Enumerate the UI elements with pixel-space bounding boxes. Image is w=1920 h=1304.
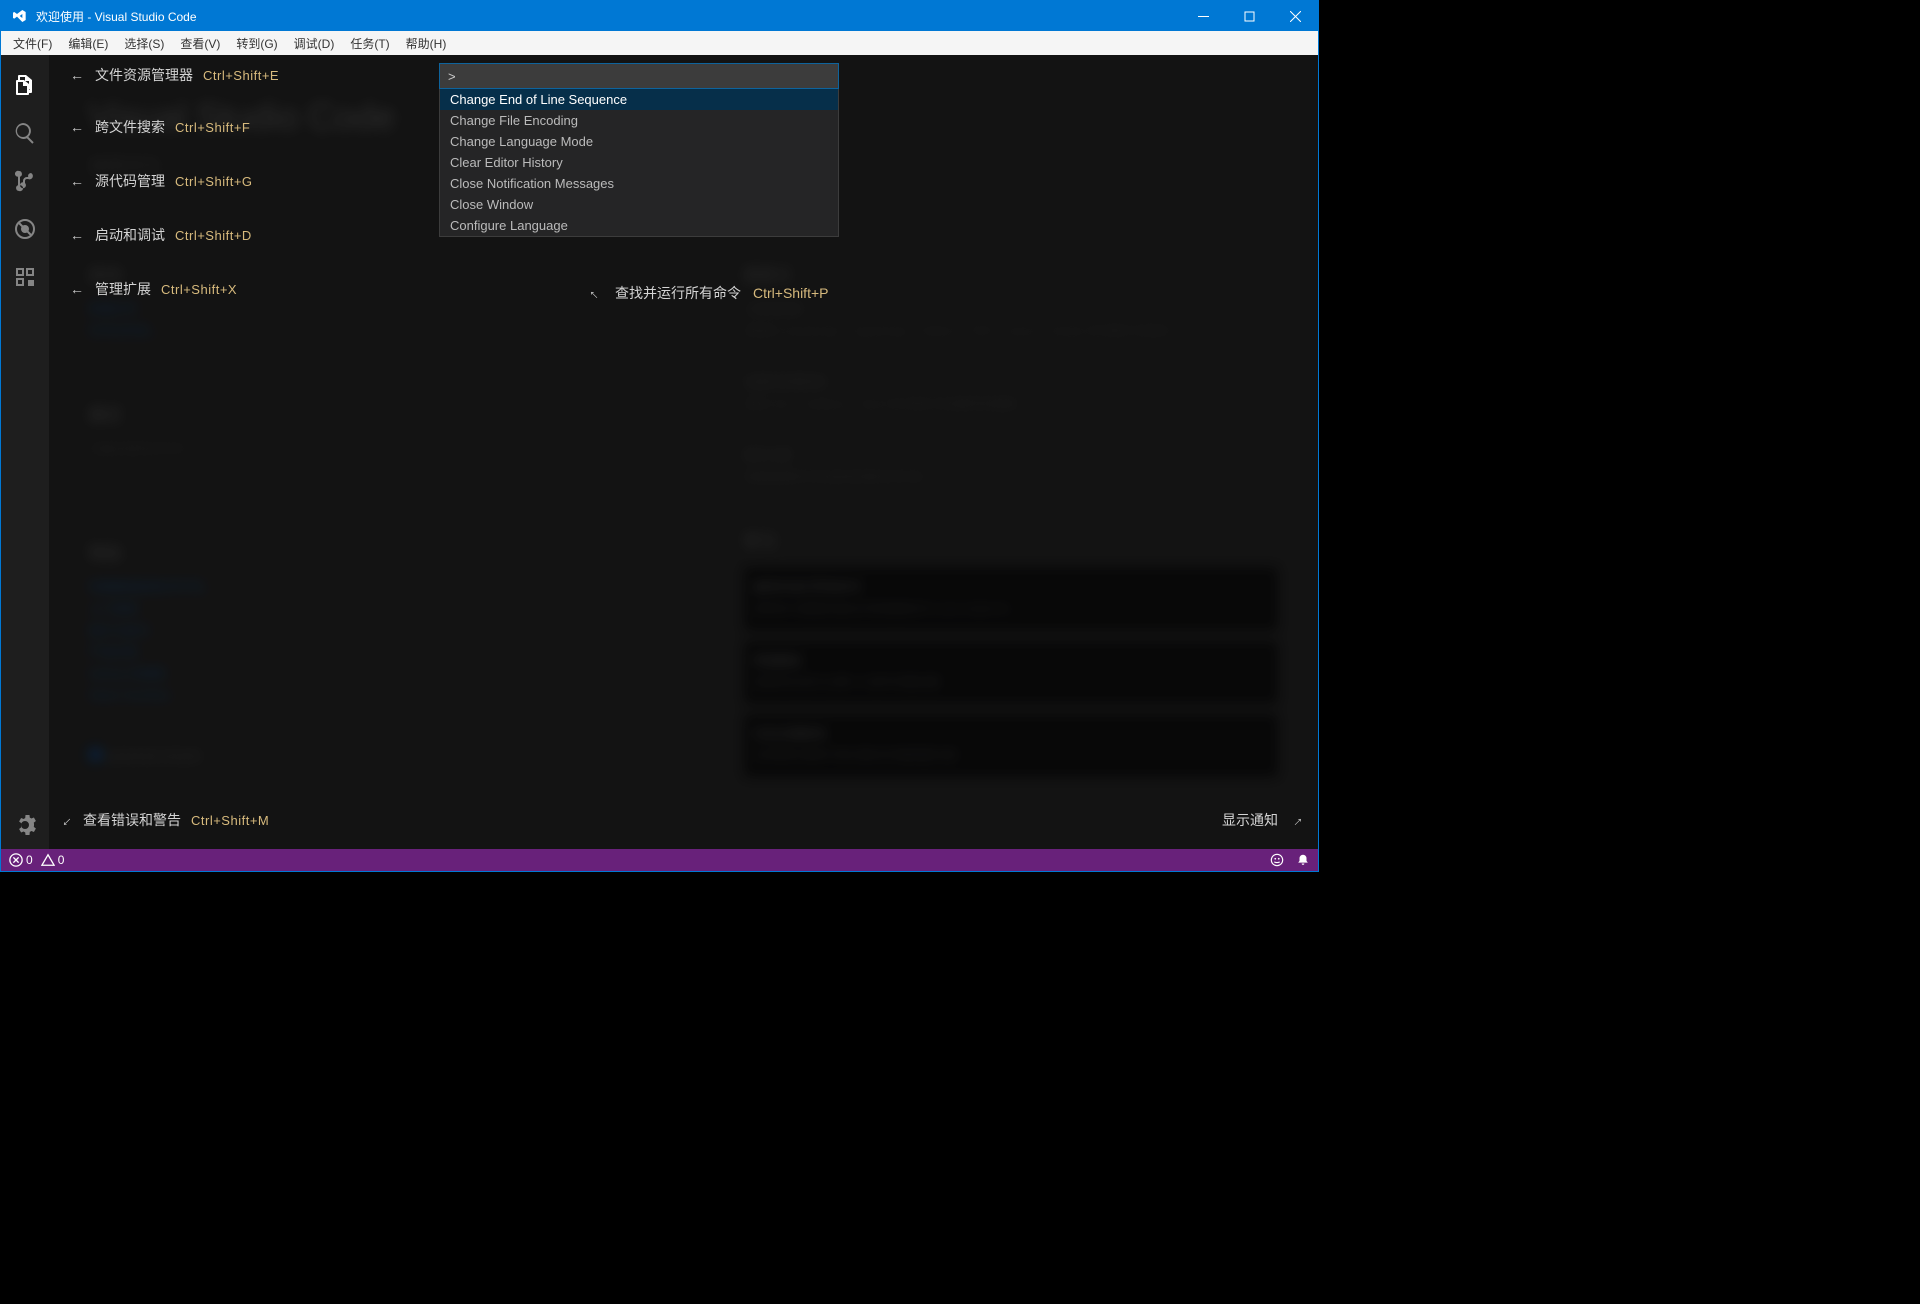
command-palette-hint: ← 查找并运行所有命令 Ctrl+Shift+P	[589, 283, 828, 303]
window: 欢迎使用 - Visual Studio Code 文件(F) 编辑(E) 选择…	[0, 0, 1319, 872]
palette-item[interactable]: Change Language Mode	[440, 131, 838, 152]
activitybar	[1, 55, 49, 849]
status-warnings[interactable]: 0	[41, 853, 65, 867]
close-button[interactable]	[1272, 1, 1318, 31]
activity-search[interactable]	[1, 109, 49, 157]
menu-help[interactable]: 帮助(H)	[398, 33, 455, 54]
command-palette-list: Change End of Line Sequence Change File …	[439, 89, 839, 237]
menu-file[interactable]: 文件(F)	[5, 33, 60, 54]
activity-settings[interactable]	[1, 801, 49, 849]
menu-view[interactable]: 查看(V)	[172, 33, 228, 54]
menubar: 文件(F) 编辑(E) 选择(S) 查看(V) 转到(G) 调试(D) 任务(T…	[1, 31, 1318, 55]
extensions-icon	[13, 265, 37, 289]
app-icon	[1, 8, 36, 24]
bug-icon	[13, 217, 37, 241]
smiley-icon	[1270, 853, 1284, 867]
titlebar: 欢迎使用 - Visual Studio Code	[1, 1, 1318, 31]
activity-explorer[interactable]	[1, 61, 49, 109]
palette-item[interactable]: Close Window	[440, 194, 838, 215]
main: Visual Studio Code 编辑进化 启动 新建文件 打开文件夹...…	[49, 55, 1318, 849]
palette-item[interactable]: Close Notification Messages	[440, 173, 838, 194]
palette-item[interactable]: Clear Editor History	[440, 152, 838, 173]
activity-extensions[interactable]	[1, 253, 49, 301]
activity-scm[interactable]	[1, 157, 49, 205]
status-feedback[interactable]	[1270, 853, 1284, 867]
arrow-up-left-icon: ←	[585, 282, 606, 303]
warning-icon	[41, 853, 55, 867]
status-notifications[interactable]	[1296, 853, 1310, 867]
palette-item[interactable]: Configure Language	[440, 215, 838, 236]
activity-debug[interactable]	[1, 205, 49, 253]
content: Visual Studio Code 编辑进化 启动 新建文件 打开文件夹...…	[1, 55, 1318, 849]
hint-shortcut: Ctrl+Shift+P	[753, 285, 828, 301]
menu-go[interactable]: 转到(G)	[228, 33, 285, 54]
error-icon	[9, 853, 23, 867]
gear-icon	[13, 813, 37, 837]
window-controls	[1180, 1, 1318, 31]
menu-debug[interactable]: 调试(D)	[286, 33, 343, 54]
minimize-button[interactable]	[1180, 1, 1226, 31]
command-palette: Change End of Line Sequence Change File …	[439, 63, 839, 237]
palette-item[interactable]: Change End of Line Sequence	[440, 89, 838, 110]
search-icon	[13, 121, 37, 145]
maximize-button[interactable]	[1226, 1, 1272, 31]
status-errors[interactable]: 0	[9, 853, 33, 867]
branch-icon	[13, 169, 37, 193]
menu-edit[interactable]: 编辑(E)	[60, 33, 116, 54]
statusbar: 0 0	[1, 849, 1318, 871]
palette-item[interactable]: Change File Encoding	[440, 110, 838, 131]
command-palette-input[interactable]	[439, 63, 839, 89]
bell-icon	[1296, 853, 1310, 867]
hint-label: 查找并运行所有命令	[615, 283, 741, 303]
window-title: 欢迎使用 - Visual Studio Code	[36, 8, 1180, 25]
menu-selection[interactable]: 选择(S)	[116, 33, 172, 54]
menu-tasks[interactable]: 任务(T)	[342, 33, 397, 54]
files-icon	[13, 73, 37, 97]
